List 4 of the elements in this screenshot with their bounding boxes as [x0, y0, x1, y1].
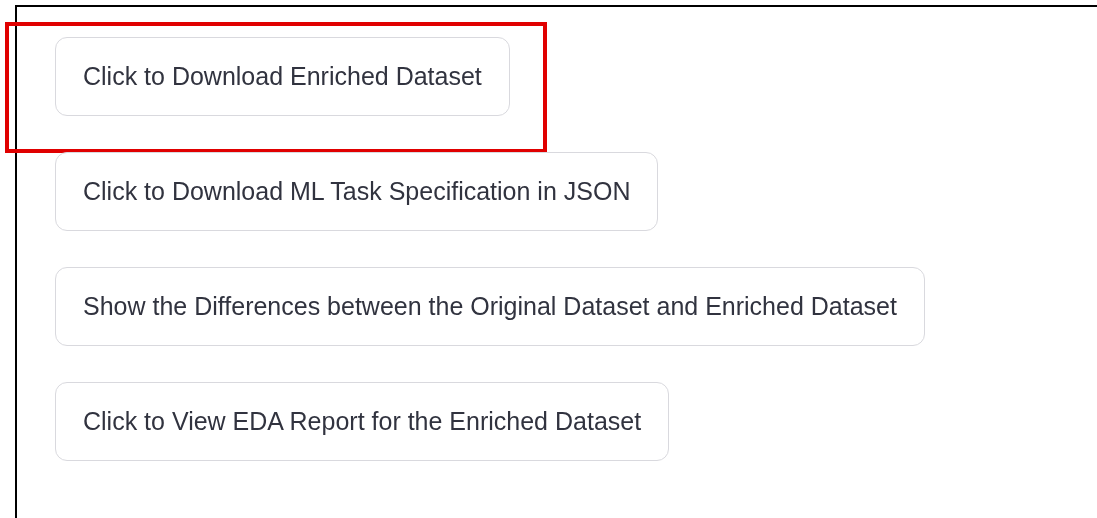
action-button[interactable]: Click to Download Enriched Dataset	[55, 37, 510, 116]
action-button[interactable]: Click to View EDA Report for the Enriched Dataset	[55, 382, 670, 461]
action-button[interactable]: Click to Download ML Task Specification in JSON	[55, 152, 659, 231]
action-button[interactable]: Show the Differences between the Original Dataset and Enriched Dataset	[55, 267, 925, 346]
